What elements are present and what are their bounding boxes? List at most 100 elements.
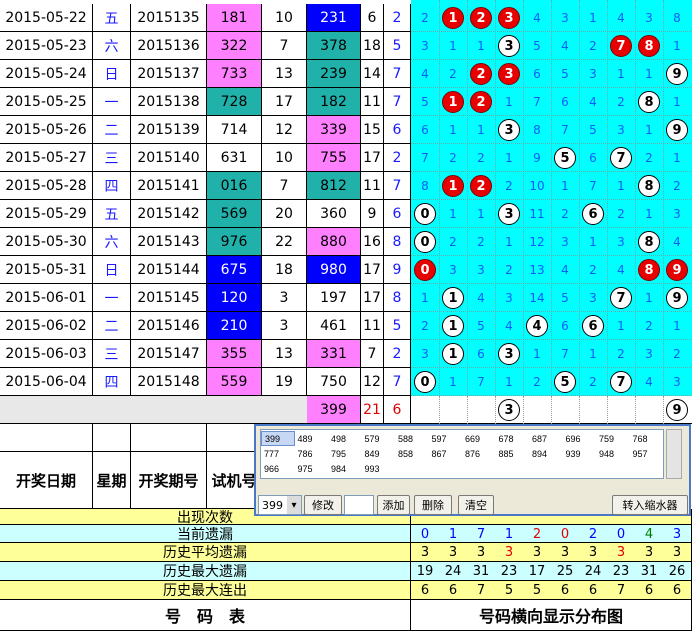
number-ball: 2 xyxy=(470,175,492,197)
miss-count: 2 xyxy=(477,151,485,165)
combo-item[interactable]: 696 xyxy=(563,431,597,446)
miss-count: 7 xyxy=(477,375,485,389)
miss-count: 1 xyxy=(505,151,513,165)
combo-item[interactable]: 669 xyxy=(462,431,496,446)
number-ball: 0 xyxy=(414,203,436,225)
combo-list[interactable]: 399 489 498 579 588 597 669 678 687 696 759 768 777 7… xyxy=(260,429,664,479)
combo-item[interactable]: 687 xyxy=(529,431,563,446)
combo-item[interactable]: 939 xyxy=(563,446,597,461)
miss-count: 4 xyxy=(421,67,429,81)
cell-date: 2015-05-27 xyxy=(0,144,93,172)
miss-count: 7 xyxy=(561,123,569,137)
chevron-down-icon[interactable]: ▾ xyxy=(287,496,301,514)
clear-button[interactable]: 清空 xyxy=(458,495,494,515)
combo-item[interactable]: 876 xyxy=(462,446,496,461)
combo-item[interactable]: 975 xyxy=(295,461,329,476)
modify-button[interactable]: 修改 xyxy=(304,495,342,515)
number-ball: 3 xyxy=(498,35,520,57)
stat-value: 2 xyxy=(532,526,542,542)
scrollbar[interactable] xyxy=(666,429,682,479)
combo-item[interactable]: 678 xyxy=(496,431,530,446)
miss-count: 2 xyxy=(505,179,513,193)
combo-item[interactable]: 489 xyxy=(295,431,329,446)
miss-count: 2 xyxy=(589,375,597,389)
cell-span: 10 xyxy=(262,144,307,172)
combo-item[interactable]: 759 xyxy=(596,431,630,446)
combo-item[interactable]: 867 xyxy=(429,446,463,461)
combo-item[interactable]: 795 xyxy=(328,446,362,461)
number-ball: 8 xyxy=(638,35,660,57)
combo-item[interactable]: 399 xyxy=(261,431,295,446)
combo-item[interactable]: 885 xyxy=(496,446,530,461)
grid-line xyxy=(439,396,440,424)
next-ball: 3 xyxy=(498,399,520,421)
stat-value: 0 xyxy=(560,526,570,542)
cell-shiji: 331 xyxy=(307,340,361,368)
miss-count: 13 xyxy=(529,263,545,277)
cell-shiji: 197 xyxy=(307,284,361,312)
combo-item[interactable]: 957 xyxy=(630,446,664,461)
cell-shiji: 182 xyxy=(307,88,361,116)
stat-value: 7 xyxy=(476,526,486,542)
combo-item[interactable]: 984 xyxy=(328,461,362,476)
header-week: 星期 xyxy=(93,452,131,509)
cell-kaijiang: 210 xyxy=(207,312,262,340)
stat-value: 19 xyxy=(416,564,434,579)
stat-value: 24 xyxy=(584,564,602,579)
miss-count: 1 xyxy=(645,67,653,81)
cell-issue: 2015137 xyxy=(131,60,207,88)
miss-count: 2 xyxy=(449,67,457,81)
next-sum: 21 xyxy=(361,396,384,424)
miss-count: 1 xyxy=(449,207,457,221)
miss-count: 3 xyxy=(589,67,597,81)
stat-value: 17 xyxy=(528,564,546,579)
cell-week: 三 xyxy=(93,144,131,172)
number-ball: 9 xyxy=(666,119,688,141)
miss-count: 1 xyxy=(505,235,513,249)
next-tail: 6 xyxy=(384,396,411,424)
combo-item[interactable]: 597 xyxy=(429,431,463,446)
cell-date: 2015-05-22 xyxy=(0,4,93,32)
combo-item[interactable]: 498 xyxy=(328,431,362,446)
stat-value: 2 xyxy=(588,526,598,542)
combo-item[interactable]: 579 xyxy=(362,431,396,446)
add-button[interactable]: 添加 xyxy=(377,495,410,515)
miss-count: 1 xyxy=(617,67,625,81)
combo-item[interactable]: 768 xyxy=(630,431,664,446)
miss-count: 2 xyxy=(673,179,681,193)
stat-value: 1 xyxy=(504,526,514,542)
combo-select[interactable]: 399 ▾ xyxy=(258,495,302,515)
grid-line xyxy=(523,396,524,424)
miss-count: 2 xyxy=(449,235,457,249)
combo-item[interactable]: 894 xyxy=(529,446,563,461)
combo-input[interactable] xyxy=(344,495,374,515)
stat-label: 历史最大连出 xyxy=(0,581,411,600)
footer-right: 号码横向显示分布图 xyxy=(411,600,692,631)
cell-week: 二 xyxy=(93,312,131,340)
combo-item[interactable]: 849 xyxy=(362,446,396,461)
cell-span: 20 xyxy=(262,200,307,228)
cell-span: 18 xyxy=(262,256,307,284)
cell-sum: 17 xyxy=(361,284,384,312)
cell-tail: 9 xyxy=(384,256,411,284)
miss-count: 7 xyxy=(561,347,569,361)
cell-tail: 5 xyxy=(384,312,411,340)
cell-shiji: 812 xyxy=(307,172,361,200)
cell-tail: 7 xyxy=(384,368,411,396)
number-ball: 7 xyxy=(610,147,632,169)
combo-item[interactable]: 588 xyxy=(395,431,429,446)
cell-sum: 6 xyxy=(361,4,384,32)
number-ball: 2 xyxy=(470,7,492,29)
transfer-button[interactable]: 转入缩水器 xyxy=(612,495,688,515)
cell-issue: 2015143 xyxy=(131,228,207,256)
combo-item[interactable]: 786 xyxy=(295,446,329,461)
combo-item[interactable]: 993 xyxy=(362,461,396,476)
combo-item[interactable]: 966 xyxy=(261,461,295,476)
delete-button[interactable]: 删除 xyxy=(414,495,452,515)
stat-value: 23 xyxy=(500,564,518,579)
combo-item[interactable]: 858 xyxy=(395,446,429,461)
miss-count: 3 xyxy=(617,123,625,137)
combo-item[interactable]: 948 xyxy=(596,446,630,461)
combo-item[interactable]: 777 xyxy=(261,446,295,461)
number-ball: 0 xyxy=(414,231,436,253)
